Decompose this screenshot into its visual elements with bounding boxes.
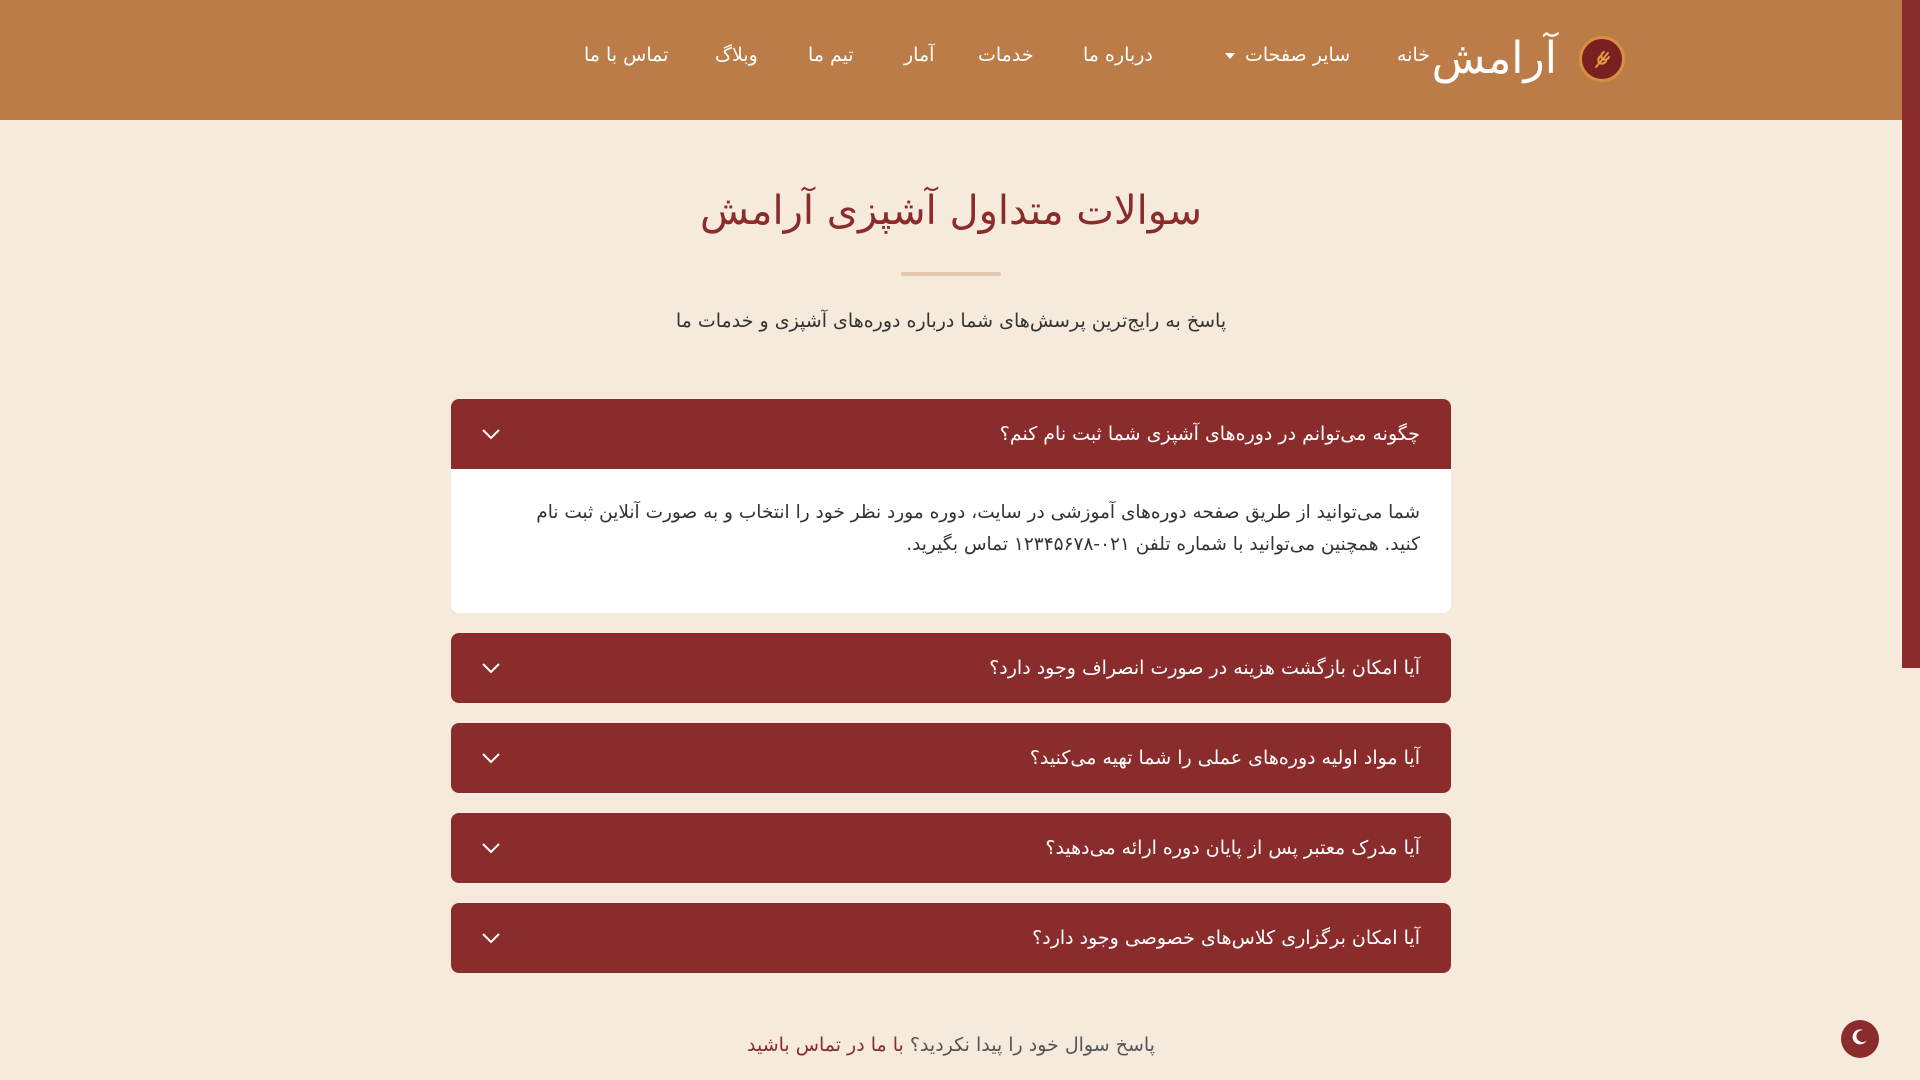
nav-other-pages-label: سایر صفحات — [1245, 44, 1351, 66]
nav-blog[interactable]: وبلاگ — [715, 44, 758, 66]
faq-item: آیا مواد اولیه دوره‌های عملی را شما تهیه… — [451, 723, 1451, 793]
faq-question-button[interactable]: آیا مواد اولیه دوره‌های عملی را شما تهیه… — [451, 723, 1451, 793]
page-title: سوالات متداول آشپزی آرامش — [700, 188, 1202, 234]
chevron-down-icon — [481, 658, 501, 678]
faq-item: آیا امکان برگزاری کلاس‌های خصوصی وجود دا… — [451, 903, 1451, 973]
faq-question: آیا امکان بازگشت هزینه در صورت انصراف وج… — [989, 657, 1420, 679]
nav-other-pages[interactable]: سایر صفحات — [1225, 44, 1350, 66]
nav-contact[interactable]: تماس با ما — [584, 44, 668, 66]
faq-answer: شما می‌توانید از طریق صفحه دوره‌های آموز… — [451, 469, 1451, 613]
faq-footer: پاسخ سوال خود را پیدا نکردید؟ با ما در ت… — [0, 1034, 1902, 1056]
nav-home[interactable]: خانه — [1397, 44, 1430, 66]
nav-team[interactable]: تیم ما — [808, 44, 854, 66]
main-nav: خانه سایر صفحات درباره ما خدمات آمار تیم… — [0, 44, 1902, 74]
site-header: آرامش خانه سایر صفحات درباره ما خدمات آم… — [0, 0, 1902, 120]
caret-down-icon — [1225, 52, 1235, 59]
faq-question-button[interactable]: چگونه می‌توانم در دوره‌های آشپزی شما ثبت… — [451, 399, 1451, 469]
faq-question: آیا مدرک معتبر پس از پایان دوره ارائه می… — [1045, 837, 1420, 859]
title-divider — [901, 272, 1001, 276]
moon-icon — [1851, 1028, 1869, 1050]
faq-item: آیا مدرک معتبر پس از پایان دوره ارائه می… — [451, 813, 1451, 883]
faq-question-button[interactable]: آیا امکان برگزاری کلاس‌های خصوصی وجود دا… — [451, 903, 1451, 973]
chevron-down-icon — [481, 424, 501, 444]
faq-item: چگونه می‌توانم در دوره‌های آشپزی شما ثبت… — [451, 399, 1451, 613]
faq-question: چگونه می‌توانم در دوره‌های آشپزی شما ثبت… — [999, 423, 1420, 445]
footer-question-text: پاسخ سوال خود را پیدا نکردید؟ — [909, 1034, 1155, 1056]
faq-question: آیا مواد اولیه دوره‌های عملی را شما تهیه… — [1029, 747, 1420, 769]
nav-about[interactable]: درباره ما — [1083, 44, 1153, 66]
page-subtitle: پاسخ به رایج‌ترین پرسش‌های شما درباره دو… — [675, 310, 1227, 332]
faq-question-button[interactable]: آیا امکان بازگشت هزینه در صورت انصراف وج… — [451, 633, 1451, 703]
contact-us-link[interactable]: با ما در تماس باشید — [747, 1034, 904, 1056]
faq-question: آیا امکان برگزاری کلاس‌های خصوصی وجود دا… — [1032, 927, 1420, 949]
nav-stats[interactable]: آمار — [904, 44, 934, 66]
theme-toggle-button[interactable] — [1841, 1020, 1879, 1058]
chevron-down-icon — [481, 928, 501, 948]
scrollbar-thumb[interactable] — [1902, 0, 1920, 668]
chevron-down-icon — [481, 748, 501, 768]
nav-services[interactable]: خدمات — [978, 44, 1034, 66]
faq-question-button[interactable]: آیا مدرک معتبر پس از پایان دوره ارائه می… — [451, 813, 1451, 883]
faq-item: آیا امکان بازگشت هزینه در صورت انصراف وج… — [451, 633, 1451, 703]
chevron-down-icon — [481, 838, 501, 858]
